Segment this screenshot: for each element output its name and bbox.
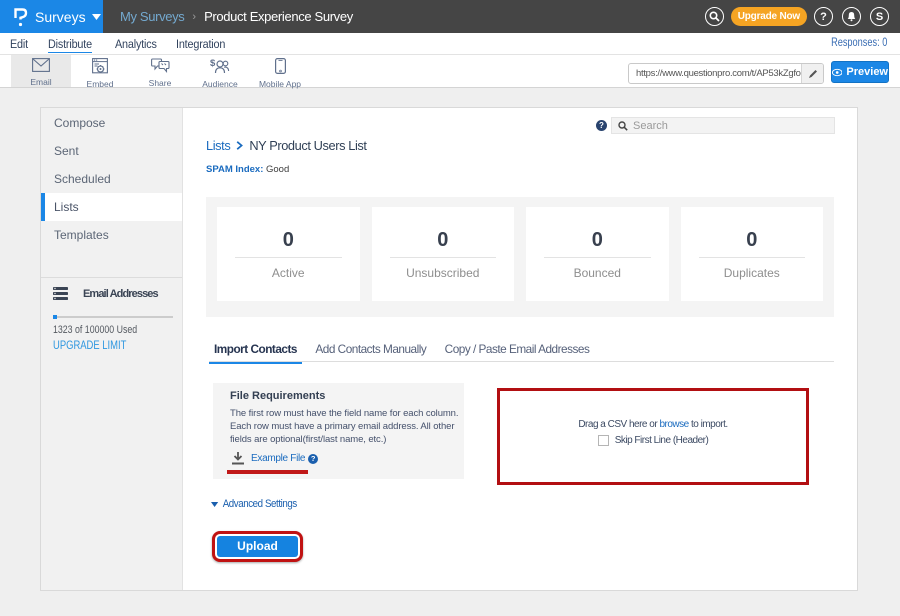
svg-text:$: $	[210, 58, 216, 69]
